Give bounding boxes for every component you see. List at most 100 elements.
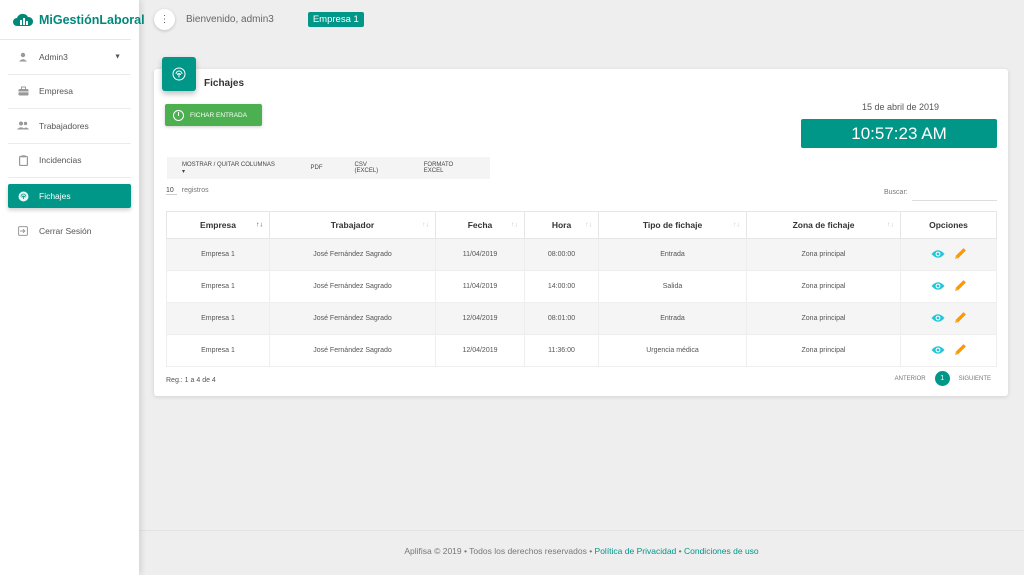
view-eye-icon[interactable] (931, 249, 945, 261)
sort-icon: ↑↓ (585, 221, 592, 229)
cell-trabajador: José Fernández Sagrado (269, 238, 436, 271)
cell-fecha: 11/04/2019 (435, 238, 525, 271)
prev-page-button[interactable]: ANTERIOR (895, 376, 926, 382)
brand-name: MiGestiónLaboral (39, 12, 145, 27)
col-hora[interactable]: Hora ↑↓ (524, 211, 599, 239)
cell-opciones (900, 270, 997, 303)
sidebar-item-empresa[interactable]: Empresa (8, 75, 131, 109)
cell-hora: 08:01:00 (524, 302, 599, 335)
edit-pencil-icon[interactable] (954, 343, 967, 358)
cell-empresa: Empresa 1 (166, 334, 270, 367)
col-label: Fecha (467, 220, 493, 230)
cell-trabajador: José Fernández Sagrado (269, 334, 436, 367)
pagination: ANTERIOR 1 SIGUIENTE (895, 371, 991, 386)
brand[interactable]: MiGestiónLaboral (0, 0, 145, 40)
footer-divider (139, 530, 1024, 531)
sidebar-item-fichajes[interactable]: Fichajes (8, 184, 131, 208)
cell-trabajador: José Fernández Sagrado (269, 270, 436, 303)
view-eye-icon[interactable] (931, 281, 945, 293)
cell-zona: Zona principal (746, 270, 901, 303)
page-length-label: registros (181, 187, 209, 194)
exit-icon (16, 224, 30, 238)
sidebar: MiGestiónLaboral Admin3 ▼ Empresa Trabaj… (0, 0, 145, 575)
cell-hora: 11:36:00 (524, 334, 599, 367)
cell-tipo: Salida (598, 270, 747, 303)
view-eye-icon[interactable] (931, 313, 945, 325)
sort-asc-icon: ↑↓ (256, 221, 263, 229)
cell-hora: 14:00:00 (524, 270, 599, 303)
table-row: Empresa 1 José Fernández Sagrado 12/04/201… (166, 334, 997, 367)
page-length: 10 registros (166, 187, 209, 195)
edit-pencil-icon[interactable] (954, 311, 967, 326)
sidebar-item-label: Admin3 (39, 51, 68, 62)
cell-tipo: Entrada (598, 302, 747, 335)
sidebar-item-cerrar-sesion[interactable]: Cerrar Sesión (8, 214, 131, 249)
more-vert-icon[interactable]: ⋮ (154, 8, 175, 30)
fichar-entrada-button[interactable]: FICHAR ENTRADA (165, 104, 262, 126)
welcome-text: Bienvenido, admin3 (186, 13, 274, 25)
cell-opciones (900, 238, 997, 271)
sidebar-item-incidencias[interactable]: Incidencias (8, 144, 131, 178)
cell-opciones (900, 334, 997, 367)
footer-sep: • (676, 546, 684, 556)
page-length-select[interactable]: 10 (166, 187, 177, 195)
footer: Aplifisa © 2019 • Todos los derechos res… (139, 546, 1024, 556)
current-date: 15 de abril de 2019 (861, 102, 939, 112)
col-tipo[interactable]: Tipo de fichaje ↑↓ (598, 211, 747, 239)
export-toolbar: MOSTRAR / QUITAR COLUMNAS ▾ PDF CSV (EXC… (167, 157, 490, 179)
clock-icon (173, 109, 184, 121)
cell-tipo: Entrada (598, 238, 747, 271)
col-label: Hora (551, 220, 572, 230)
next-page-button[interactable]: SIGUIENTE (959, 376, 991, 382)
page-1-button[interactable]: 1 (934, 371, 950, 386)
col-zona[interactable]: Zona de fichaje ↑↓ (746, 211, 901, 239)
privacy-link[interactable]: Política de Privacidad (595, 546, 677, 556)
col-label: Trabajador (330, 220, 375, 230)
clipboard-icon (16, 153, 30, 167)
group-icon (16, 119, 30, 133)
col-opciones: Opciones (900, 211, 997, 239)
col-label: Empresa (200, 220, 236, 230)
edit-pencil-icon[interactable] (954, 247, 967, 262)
cell-empresa: Empresa 1 (166, 302, 270, 335)
edit-pencil-icon[interactable] (954, 279, 967, 294)
col-trabajador[interactable]: Trabajador ↑↓ (269, 211, 436, 239)
excel-button[interactable]: FORMATO EXCEL (408, 162, 490, 174)
cell-trabajador: José Fernández Sagrado (269, 302, 436, 335)
cell-empresa: Empresa 1 (166, 238, 270, 271)
col-fecha[interactable]: Fecha ↑↓ (435, 211, 525, 239)
sidebar-item-user[interactable]: Admin3 ▼ (8, 40, 131, 75)
topbar: ⋮ Bienvenido, admin3 Empresa 1 (139, 0, 1024, 38)
terms-link[interactable]: Condiciones de uso (684, 546, 759, 556)
cell-tipo: Urgencia médica (598, 334, 747, 367)
fichajes-card: Fichajes FICHAR ENTRADA 15 de abril de 2… (154, 57, 1008, 396)
columns-toggle-button[interactable]: MOSTRAR / QUITAR COLUMNAS ▾ (167, 162, 295, 175)
fichar-entrada-label: FICHAR ENTRADA (190, 111, 248, 119)
col-empresa[interactable]: Empresa ↑↓ (166, 211, 270, 239)
sort-icon: ↑↓ (422, 221, 429, 229)
sort-icon: ↑↓ (511, 221, 518, 229)
col-label: Opciones (929, 220, 968, 230)
caret-down-icon[interactable]: ▼ (114, 53, 121, 60)
sidebar-item-label: Incidencias (39, 155, 82, 166)
cell-zona: Zona principal (746, 302, 901, 335)
fichajes-table: Empresa ↑↓ Trabajador ↑↓ Fecha ↑↓ Hora ↑↓ Ti… (166, 211, 997, 367)
search-input[interactable] (912, 187, 997, 201)
footer-text: Aplifisa © 2019 • Todos los derechos res… (404, 546, 595, 556)
pdf-button[interactable]: PDF (295, 165, 339, 171)
company-badge[interactable]: Empresa 1 (307, 11, 364, 27)
cell-opciones (900, 302, 997, 335)
sidebar-item-trabajadores[interactable]: Trabajadores (8, 109, 131, 144)
view-eye-icon[interactable] (931, 345, 945, 357)
col-label: Zona de fichaje (792, 220, 855, 230)
table-row: Empresa 1 José Fernández Sagrado 12/04/201… (166, 302, 997, 335)
cell-fecha: 11/04/2019 (435, 270, 525, 303)
sort-icon: ↑↓ (887, 221, 894, 229)
person-icon (16, 50, 30, 64)
cell-fecha: 12/04/2019 (435, 334, 525, 367)
csv-button[interactable]: CSV (EXCEL) (339, 162, 408, 174)
cell-hora: 08:00:00 (524, 238, 599, 271)
cell-zona: Zona principal (746, 334, 901, 367)
cell-zona: Zona principal (746, 238, 901, 271)
sidebar-item-label: Fichajes (39, 191, 71, 201)
